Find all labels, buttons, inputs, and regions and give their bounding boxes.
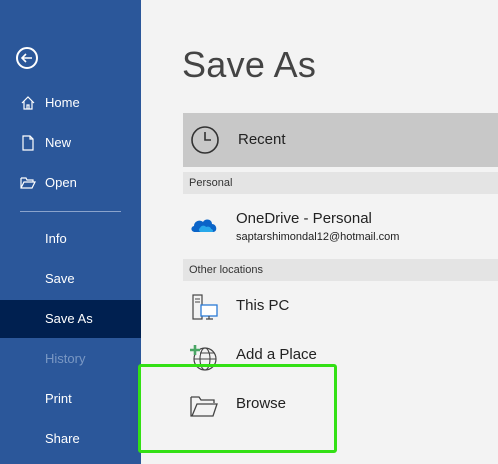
- nav-home-label: Home: [45, 95, 80, 110]
- nav-info-label: Info: [45, 231, 67, 246]
- recent-label: Recent: [238, 131, 286, 148]
- computer-icon: [189, 293, 219, 321]
- nav-home[interactable]: Home: [0, 84, 141, 122]
- location-this-pc[interactable]: This PC: [183, 283, 498, 329]
- new-document-icon: [20, 135, 36, 151]
- nav-new-label: New: [45, 135, 72, 150]
- home-icon: [20, 95, 36, 111]
- nav-open-label: Open: [45, 175, 77, 190]
- nav-print[interactable]: Print: [0, 380, 141, 418]
- section-personal: Personal: [183, 172, 498, 194]
- this-pc-label: This PC: [236, 297, 290, 314]
- browse-highlight-annotation: [138, 364, 337, 453]
- location-recent[interactable]: Recent: [183, 113, 498, 167]
- nav-new[interactable]: New: [0, 124, 141, 162]
- onedrive-cloud-icon: [189, 210, 219, 238]
- nav-share[interactable]: Share: [0, 420, 141, 458]
- onedrive-email: saptarshimondal12@hotmail.com: [236, 231, 400, 243]
- page-title: Save As: [182, 44, 317, 85]
- onedrive-label: OneDrive - Personal: [236, 210, 372, 227]
- nav-open[interactable]: Open: [0, 164, 141, 202]
- clock-icon: [190, 125, 220, 155]
- nav-info[interactable]: Info: [0, 220, 141, 258]
- nav-history: History: [0, 340, 141, 378]
- open-folder-icon: [20, 175, 36, 191]
- sidebar-divider: [20, 211, 121, 212]
- nav-history-label: History: [45, 351, 86, 366]
- section-other-locations: Other locations: [183, 259, 498, 281]
- nav-save[interactable]: Save: [0, 260, 141, 298]
- nav-share-label: Share: [45, 431, 80, 446]
- backstage-sidebar: Home New Open Info Save Save As History …: [0, 0, 141, 464]
- nav-save-as[interactable]: Save As: [0, 300, 141, 338]
- nav-save-as-label: Save As: [45, 311, 93, 326]
- nav-print-label: Print: [45, 391, 72, 406]
- add-place-label: Add a Place: [236, 346, 317, 363]
- location-onedrive[interactable]: OneDrive - Personal saptarshimondal12@ho…: [183, 200, 498, 246]
- back-arrow-icon[interactable]: [16, 47, 38, 69]
- nav-save-label: Save: [45, 271, 75, 286]
